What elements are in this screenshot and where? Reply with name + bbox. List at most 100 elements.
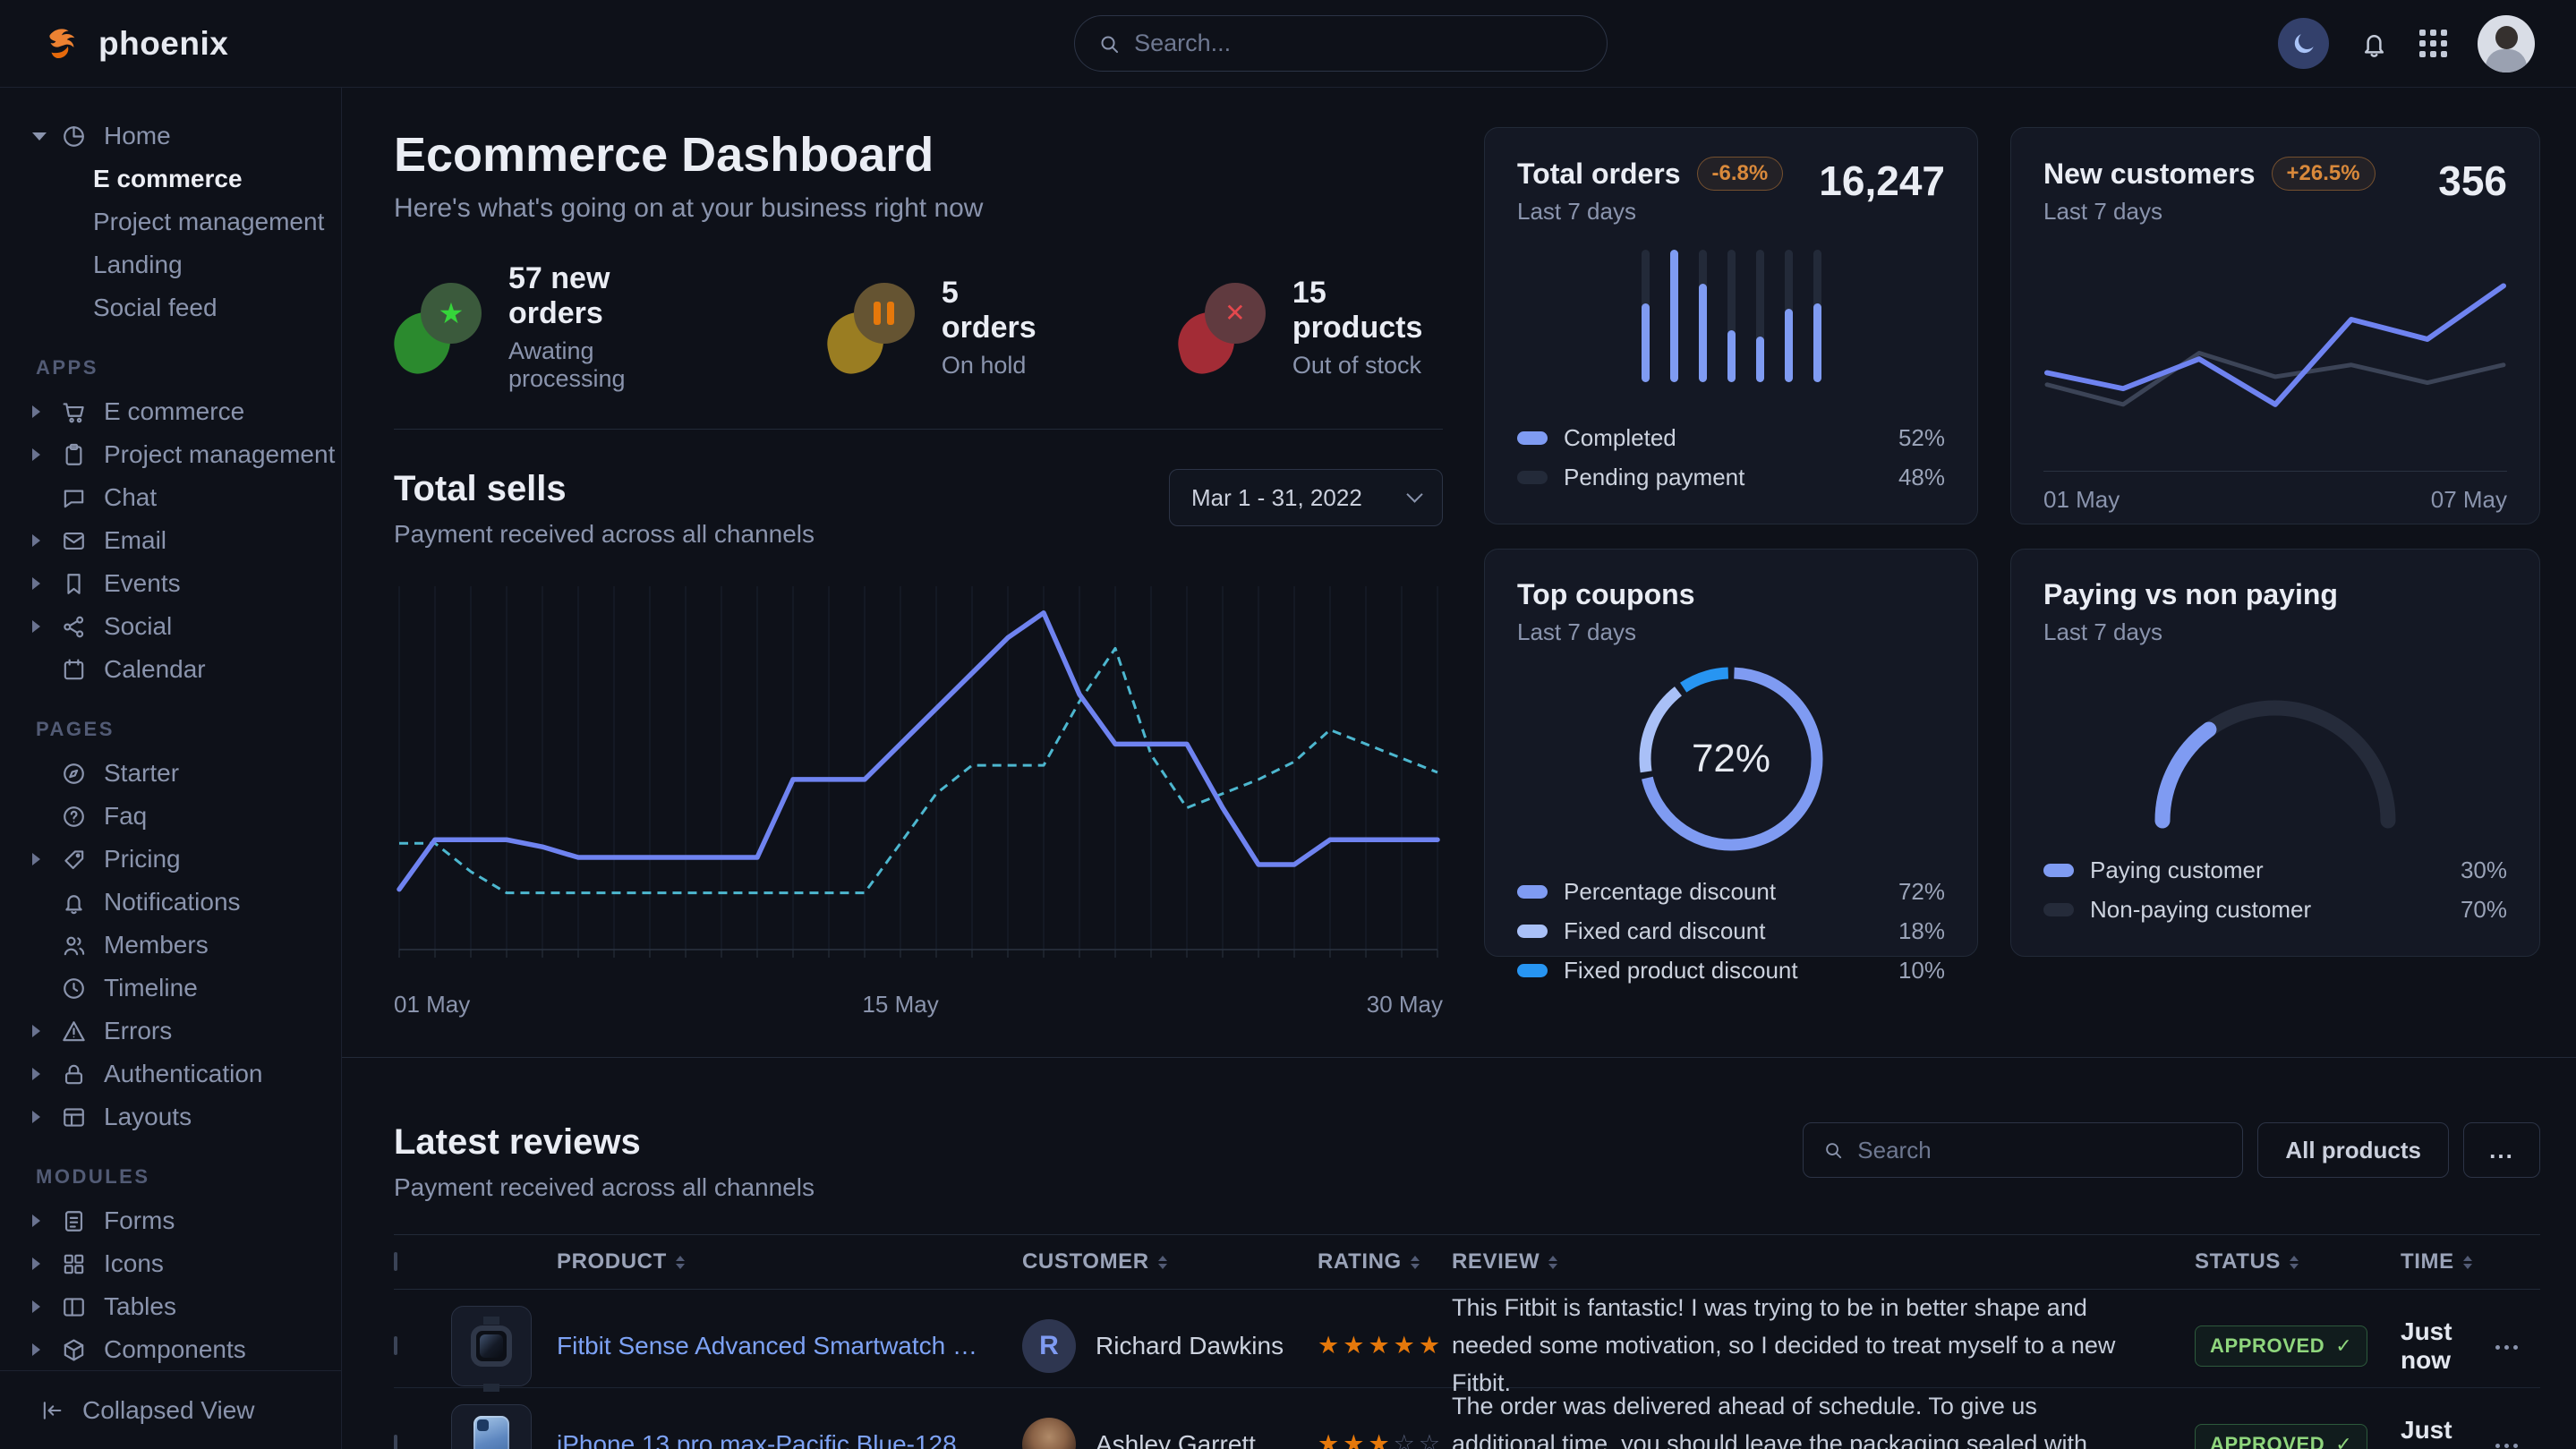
sidebar-item-layouts[interactable]: Layouts (0, 1095, 341, 1138)
new-customers-value: 356 (2438, 157, 2507, 205)
sidebar-item-faq[interactable]: Faq (0, 795, 341, 838)
sidebar-item-forms[interactable]: Forms (0, 1199, 341, 1242)
paying-vs-nonpaying-card: Paying vs non paying Last 7 days Paying … (2010, 549, 2540, 957)
quick-stats: ★ 57 new ordersAwating processing 5 orde… (394, 261, 1443, 393)
paying-legend: Paying customer30% Non-paying customer70… (2043, 850, 2507, 929)
sidebar-item-chat[interactable]: Chat (0, 476, 341, 519)
sidebar-item-components[interactable]: Components (0, 1328, 341, 1371)
caret-right-icon (32, 577, 61, 590)
column-header-time[interactable]: TIME (2401, 1249, 2495, 1274)
all-products-button[interactable]: All products (2257, 1122, 2449, 1178)
legend-label: Paying customer (2090, 857, 2264, 884)
latest-reviews-section: Latest reviews Payment received across a… (342, 1057, 2576, 1449)
sidebar-item-notifications[interactable]: Notifications (0, 881, 341, 924)
x-icon: ✕ (1205, 283, 1266, 344)
column-header-product[interactable]: PRODUCT (557, 1249, 1022, 1274)
search-icon (1823, 1139, 1843, 1161)
sidebar-subitem-landing[interactable]: Landing (0, 243, 341, 286)
sidebar-section-modules: MODULES (0, 1138, 341, 1199)
customer-name: Ashley Garrett (1096, 1430, 1256, 1449)
card-title: Paying vs non paying (2043, 578, 2338, 611)
sidebar-item-label: Notifications (104, 888, 241, 916)
caret-right-icon (32, 1111, 61, 1123)
row-menu-button[interactable] (2495, 1444, 2518, 1448)
grid-icon (61, 1251, 104, 1277)
review-time: Just now (2401, 1317, 2495, 1375)
sidebar-item-social[interactable]: Social (0, 605, 341, 648)
product-link[interactable]: Fitbit Sense Advanced Smartwatch with To… (557, 1332, 1022, 1360)
review-row: Fitbit Sense Advanced Smartwatch with To… (394, 1290, 2540, 1388)
caret-right-icon (32, 534, 61, 547)
stat-caption: On hold (942, 352, 1044, 379)
user-avatar[interactable] (2478, 15, 2535, 72)
caret-right-icon (32, 1343, 61, 1356)
legend-value: 18% (1898, 917, 1945, 945)
brand-logo[interactable]: phoenix (41, 23, 228, 64)
sidebar-item-timeline[interactable]: Timeline (0, 967, 341, 1010)
cart-icon (61, 399, 104, 425)
date-range-select[interactable]: Mar 1 - 31, 2022 (1169, 469, 1443, 526)
product-image-smartwatch[interactable] (451, 1306, 532, 1386)
column-header-status[interactable]: STATUS (2195, 1249, 2401, 1274)
sidebar-item-icons[interactable]: Icons (0, 1242, 341, 1285)
sidebar-item-ecommerce[interactable]: E commerce (0, 390, 341, 433)
sidebar-item-errors[interactable]: Errors (0, 1010, 341, 1053)
sort-icon (1548, 1256, 1557, 1269)
sidebar-subitem-ecommerce[interactable]: E commerce (0, 158, 341, 200)
sidebar-item-tables[interactable]: Tables (0, 1285, 341, 1328)
legend-swatch (1517, 964, 1548, 977)
legend-swatch (1517, 431, 1548, 445)
reviews-search-input[interactable] (1857, 1137, 2222, 1164)
sidebar-subitem-social-feed[interactable]: Social feed (0, 286, 341, 329)
calendar-icon (61, 657, 104, 683)
caret-right-icon (32, 853, 61, 865)
sidebar-item-project-management[interactable]: Project management (0, 433, 341, 476)
row-menu-button[interactable] (2495, 1345, 2518, 1350)
product-link[interactable]: iPhone 13 pro max-Pacific Blue-128GB sto… (557, 1430, 1022, 1449)
column-header-rating[interactable]: RATING (1318, 1249, 1452, 1274)
sidebar-item-members[interactable]: Members (0, 924, 341, 967)
sidebar: Home E commerce Project management Landi… (0, 88, 342, 1449)
bell-icon (2359, 29, 2389, 58)
sidebar-item-starter[interactable]: Starter (0, 752, 341, 795)
sidebar-item-email[interactable]: Email (0, 519, 341, 562)
collapse-icon (39, 1398, 64, 1423)
global-search[interactable] (1074, 15, 1608, 72)
page-title: Ecommerce Dashboard (394, 127, 1443, 183)
reviews-more-button[interactable]: ... (2463, 1122, 2540, 1178)
latest-reviews-title: Latest reviews (394, 1122, 815, 1163)
phoenix-flame-icon (41, 23, 82, 64)
x-tick: 01 May (394, 991, 470, 1019)
top-coupons-legend: Percentage discount72% Fixed card discou… (1517, 872, 1945, 990)
reviews-search[interactable] (1803, 1122, 2243, 1178)
sidebar-item-home[interactable]: Home (0, 115, 341, 158)
row-checkbox[interactable] (394, 1435, 397, 1449)
sidebar-subitem-project-management[interactable]: Project management (0, 200, 341, 243)
card-title: Top coupons (1517, 578, 1694, 611)
sidebar-item-pricing[interactable]: Pricing (0, 838, 341, 881)
row-checkbox[interactable] (394, 1336, 397, 1355)
sidebar-item-events[interactable]: Events (0, 562, 341, 605)
bell-icon (61, 890, 104, 916)
notifications-button[interactable] (2359, 29, 2389, 58)
search-input[interactable] (1134, 30, 1583, 57)
column-header-review[interactable]: REVIEW (1452, 1249, 2195, 1274)
total-orders-bar-chart (1517, 226, 1945, 418)
table-icon (61, 1294, 104, 1320)
caret-right-icon (32, 1257, 61, 1270)
total-sells-subtitle: Payment received across all channels (394, 520, 815, 549)
product-image-iphone[interactable] (451, 1404, 532, 1449)
layout-icon (61, 1104, 104, 1130)
apps-grid-button[interactable] (2419, 30, 2447, 57)
column-header-customer[interactable]: CUSTOMER (1022, 1249, 1318, 1274)
moon-icon (2290, 30, 2317, 57)
card-caption: Last 7 days (1517, 618, 1694, 646)
order-bar (1699, 250, 1707, 382)
collapse-sidebar-button[interactable]: Collapsed View (0, 1370, 341, 1449)
x-tick: 01 May (2043, 486, 2120, 514)
sidebar-item-calendar[interactable]: Calendar (0, 648, 341, 691)
review-text: This Fitbit is fantastic! I was trying t… (1452, 1290, 2195, 1402)
select-all-checkbox[interactable] (394, 1252, 397, 1271)
dark-mode-toggle[interactable] (2278, 18, 2329, 69)
sidebar-item-authentication[interactable]: Authentication (0, 1053, 341, 1095)
